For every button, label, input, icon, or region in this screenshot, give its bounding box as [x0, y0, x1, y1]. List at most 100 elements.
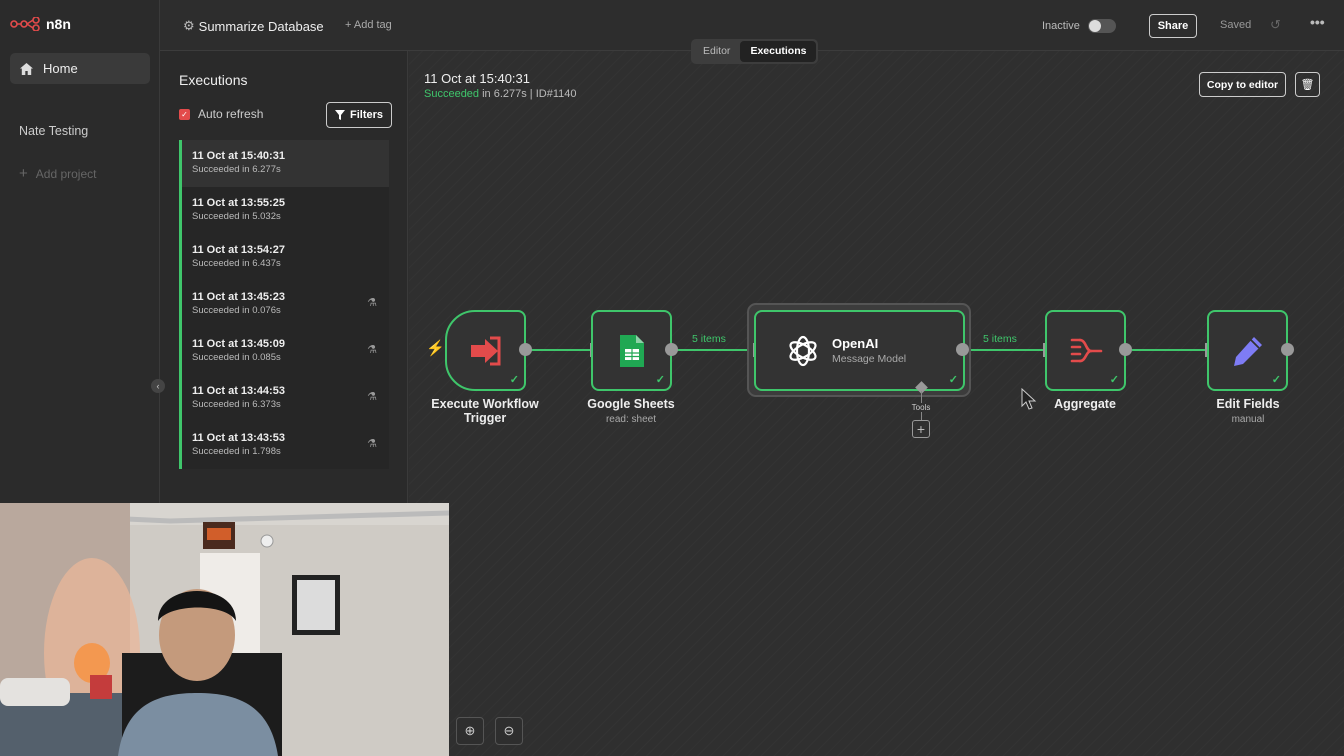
connection-wire	[677, 349, 753, 351]
plus-icon: +	[19, 165, 28, 182]
share-button[interactable]: Share	[1149, 14, 1197, 38]
output-port[interactable]	[665, 343, 678, 356]
flask-icon: ⚗	[367, 297, 377, 309]
execution-time: 11 Oct at 13:45:23	[192, 291, 285, 303]
webcam-video-frame	[0, 503, 449, 756]
tab-executions[interactable]: Executions	[740, 41, 817, 62]
saved-status: Saved	[1220, 19, 1252, 31]
zoom-out-button[interactable]: ⊖	[495, 717, 523, 745]
more-options-icon[interactable]: •••	[1310, 14, 1325, 30]
connection-item-count: 5 items	[692, 333, 726, 345]
webcam-overlay	[0, 503, 449, 756]
execution-item[interactable]: 11 Oct at 13:45:23 Succeeded in 0.076s ⚗	[179, 281, 389, 328]
sidebar-item-home-label: Home	[43, 61, 78, 76]
node-openai-title: OpenAI	[832, 336, 879, 351]
execution-detail-title: 11 Oct at 15:40:31	[424, 71, 530, 86]
connection-item-count: 5 items	[983, 333, 1017, 345]
node-subtitle: manual	[1231, 414, 1265, 425]
execution-detail-subtitle: Succeeded in 6.277s | ID#1140	[424, 88, 577, 100]
node-label: Aggregate	[1054, 397, 1116, 411]
active-toggle[interactable]	[1088, 19, 1116, 33]
openai-icon	[789, 335, 817, 366]
filters-label: Filters	[349, 109, 383, 121]
mouse-cursor-icon	[1021, 388, 1037, 410]
node-label: Execute Workflow Trigger	[417, 397, 553, 425]
add-project-button[interactable]: + Add project	[19, 165, 96, 182]
execution-time: 11 Oct at 13:45:09	[192, 338, 285, 350]
execution-status: Succeeded in 1.798s	[192, 446, 281, 457]
flask-icon: ⚗	[367, 438, 377, 450]
node-openai-subtitle: Message Model	[832, 353, 907, 365]
execution-time: 11 Oct at 13:54:27	[192, 244, 285, 256]
app-name: n8n	[46, 16, 71, 32]
execution-item[interactable]: 11 Oct at 13:43:53 Succeeded in 1.798s ⚗	[179, 422, 389, 469]
sidebar-item-project[interactable]: Nate Testing	[19, 124, 88, 138]
node-openai[interactable]: OpenAI Message Model ✓	[754, 310, 965, 391]
sign-in-arrow-icon	[470, 336, 500, 365]
node-execute-workflow-trigger[interactable]: ✓	[445, 310, 526, 391]
output-port[interactable]	[1281, 343, 1294, 356]
zoom-in-button[interactable]: ⊕	[456, 717, 484, 745]
workflow-title[interactable]: ⚙ Summarize Database	[183, 18, 324, 34]
executions-panel: Executions ✓ Auto refresh Filters 11 Oct…	[160, 51, 408, 503]
trash-icon: 🗑	[1300, 79, 1315, 91]
workflow-canvas[interactable]: 11 Oct at 15:40:31 Succeeded in 6.277s |…	[409, 51, 1344, 756]
add-tag-button[interactable]: + Add tag	[345, 19, 392, 31]
node-google-sheets[interactable]: ✓	[591, 310, 672, 391]
execution-detail-meta: in 6.277s | ID#1140	[479, 88, 577, 100]
success-check-icon: ✓	[1271, 374, 1281, 386]
execution-time: 11 Oct at 13:55:25	[192, 197, 285, 209]
execution-status: Succeeded in 0.085s	[192, 352, 281, 363]
success-check-icon: ✓	[948, 374, 958, 386]
copy-to-editor-button[interactable]: Copy to editor	[1199, 72, 1286, 97]
execution-item[interactable]: 11 Oct at 13:54:27 Succeeded in 6.437s	[179, 234, 389, 281]
execution-item[interactable]: 11 Oct at 15:40:31 Succeeded in 6.277s	[179, 140, 389, 187]
tab-editor[interactable]: Editor	[693, 41, 740, 62]
success-check-icon: ✓	[509, 374, 519, 386]
node-aggregate[interactable]: ✓	[1045, 310, 1126, 391]
zoom-out-icon: ⊖	[503, 723, 515, 738]
tools-label: Tools	[905, 403, 937, 412]
auto-refresh-checkbox[interactable]: ✓ Auto refresh	[179, 107, 263, 121]
output-port[interactable]	[956, 343, 969, 356]
node-label: Google Sheets	[587, 397, 675, 411]
output-port[interactable]	[519, 343, 532, 356]
delete-execution-button[interactable]: 🗑	[1295, 72, 1320, 97]
pencil-icon	[1233, 336, 1262, 366]
execution-item[interactable]: 11 Oct at 13:45:09 Succeeded in 0.085s ⚗	[179, 328, 389, 375]
active-status-label: Inactive	[1042, 20, 1080, 32]
node-subtitle: read: sheet	[605, 414, 657, 425]
history-icon[interactable]: ↺	[1270, 17, 1281, 33]
success-check-icon: ✓	[655, 374, 665, 386]
node-label: Edit Fields	[1216, 397, 1280, 411]
execution-item[interactable]: 11 Oct at 13:44:53 Succeeded in 6.373s ⚗	[179, 375, 389, 422]
node-edit-fields[interactable]: ✓	[1207, 310, 1288, 391]
google-sheets-icon	[619, 334, 644, 367]
connection-wire	[968, 349, 1044, 351]
workflow-title-text: Summarize Database	[198, 18, 324, 34]
gear-icon: ⚙	[183, 18, 195, 33]
n8n-logo[interactable]: n8n	[10, 16, 71, 32]
home-icon	[20, 62, 33, 75]
execution-status: Succeeded in 0.076s	[192, 305, 281, 316]
view-tabs: Editor Executions	[691, 39, 819, 64]
n8n-logo-icon	[10, 17, 40, 31]
connection-wire	[531, 349, 591, 351]
execution-time: 11 Oct at 15:40:31	[192, 150, 285, 162]
output-port[interactable]	[1119, 343, 1132, 356]
success-check-icon: ✓	[1109, 374, 1119, 386]
auto-refresh-label: Auto refresh	[198, 107, 264, 121]
execution-detail-status: Succeeded	[424, 88, 480, 100]
aggregate-icon	[1070, 338, 1102, 362]
execution-item[interactable]: 11 Oct at 13:55:25 Succeeded in 5.032s	[179, 187, 389, 234]
executions-list: 11 Oct at 15:40:31 Succeeded in 6.277s 11…	[179, 140, 389, 469]
executions-heading: Executions	[179, 72, 248, 88]
connection-wire	[1132, 349, 1206, 351]
filters-button[interactable]: Filters	[326, 102, 392, 128]
execution-status: Succeeded in 6.373s	[192, 399, 281, 410]
add-tool-button[interactable]: +	[912, 420, 930, 438]
checkbox-checked-icon: ✓	[179, 108, 190, 120]
collapse-sidebar-button[interactable]: ‹	[151, 379, 165, 393]
zoom-in-icon: ⊕	[464, 723, 476, 738]
sidebar-item-home[interactable]: Home	[10, 53, 150, 84]
